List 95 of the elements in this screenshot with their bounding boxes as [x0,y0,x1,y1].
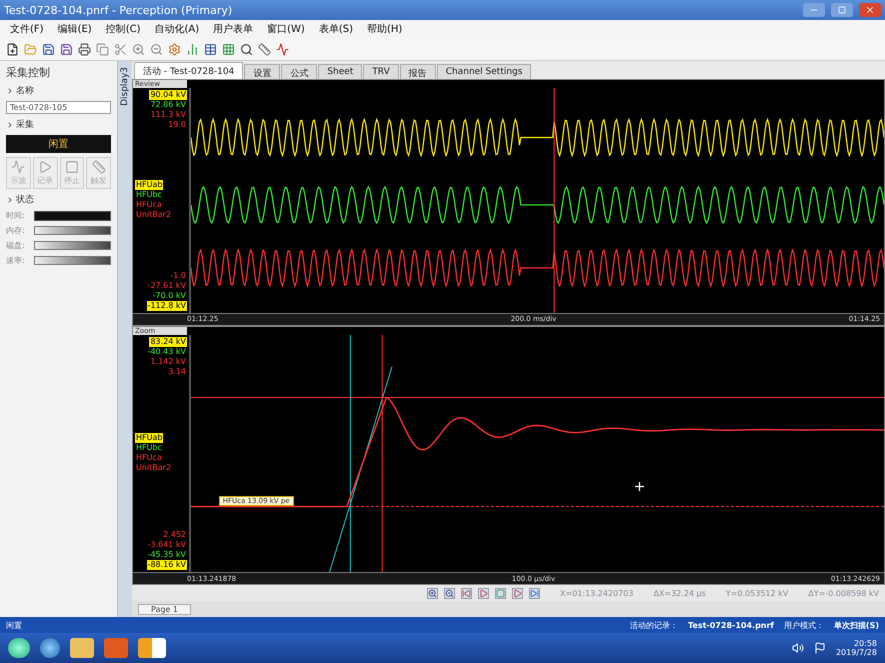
toolbar-icon[interactable] [60,42,73,56]
section-label[interactable]: 采集 [6,118,111,131]
cursor-y-readout: Y=0.053512 kV [726,588,788,598]
readout-value: 19.0 [167,120,187,130]
channel-name: HFUca [135,200,163,210]
clock-time: 20:58 [854,639,877,648]
toolbar-icon[interactable] [42,42,55,56]
readout-value: -1.0 [169,270,187,281]
channel-name: HFUbc [135,443,163,454]
menu-item[interactable]: 自动化(A) [148,21,206,37]
state-label: 磁盘: [6,240,26,251]
channel-name: HFUca [135,453,163,464]
name-field[interactable]: Test-0728-105 [6,101,111,114]
navigation-icon[interactable] [478,588,490,598]
chevron-icon [6,196,14,204]
readout-value: 90.04 kV [149,90,187,100]
readout-value: 3.14 [167,366,187,377]
tab[interactable]: 公式 [281,64,318,79]
navigation-icon[interactable] [512,588,524,598]
chevron-icon [6,120,14,128]
close-icon [865,5,875,15]
close-button[interactable] [859,3,881,17]
side-tab[interactable]: Display3 [118,61,132,617]
readout-value: 83.24 kV [149,336,187,347]
maximize-icon [838,6,846,14]
readout-value: -88.16 kV [146,560,187,570]
navigation-icon[interactable] [427,588,438,598]
tab[interactable]: 设置 [244,64,280,79]
readout-value: 1.142 kV [149,356,187,367]
toolbar-icon[interactable] [204,42,217,56]
menu-item[interactable]: 表单(S) [312,21,359,37]
menu-item[interactable]: 帮助(H) [361,21,408,37]
menu-item[interactable]: 编辑(E) [52,21,98,37]
toolbar-icon[interactable] [6,42,19,56]
readout-value: -40.43 kV [146,346,187,357]
section-label[interactable]: 名称 [6,84,111,97]
tab[interactable]: 活动 - Test-0728-104 [134,62,244,79]
start-icon[interactable] [8,638,30,658]
chevron-icon [6,86,14,94]
readout-value: -70.0 kV [152,290,187,301]
state-label: 内存: [6,225,26,236]
window-title: Test-0728-104.pnrf - Perception (Primary) [4,4,234,16]
file-name: Test-0728-104.pnrf [688,620,774,630]
tab[interactable]: Sheet [318,64,362,79]
channel-name: HFUab [135,433,164,444]
state-label: 速率: [6,255,26,266]
cursor-line[interactable] [554,88,555,313]
tab[interactable]: TRV [363,64,399,79]
state-label: 时间: [6,210,26,221]
scan-mode: 单次扫描(S) [834,620,879,630]
navigation-icon[interactable] [444,588,456,598]
cursor-line[interactable] [350,334,351,572]
menu-item[interactable]: 用户表单 [207,21,260,37]
status-text: 用户模式： [784,620,824,630]
browser-icon[interactable] [40,638,60,658]
channel-name: HFUab [135,180,164,190]
cursor-dx-readout: ΔX=32.24 µs [653,588,706,598]
readout-value: -3.641 kV [146,540,187,550]
cursor-dy-readout: ΔY=-0.008598 kV [808,588,879,598]
page-tab[interactable]: Page 1 [138,604,191,614]
status-display: 闲置 [6,135,111,153]
status-text: 活动的记录： [630,620,678,630]
toolbar-icon[interactable] [78,42,91,56]
section-label[interactable]: 状态 [6,193,111,206]
tab[interactable]: Channel Settings [436,64,532,79]
clock-date: 2019/7/28 [836,648,877,657]
crosshair-icon [634,482,644,491]
channel-name: UnitBar2 [135,463,172,474]
tab[interactable]: 报告 [400,64,436,79]
toolbar-icon[interactable] [240,42,253,56]
cursor-line[interactable] [382,334,383,572]
navigation-icon[interactable] [529,588,540,598]
maximize-button[interactable] [831,3,853,17]
status-text: 闲置 [6,620,22,630]
readout-value: 2.452 [162,530,187,540]
readout-value: -112.8 kV [146,300,187,311]
acquisition-icon [38,160,52,174]
menu-item[interactable]: 文件(F) [4,21,50,37]
channel-name: HFUbc [135,190,163,200]
acquisition-icon [92,160,106,174]
readout-value: -27.61 kV [146,280,187,291]
readout-value: 72.86 kV [149,100,187,110]
navigation-icon[interactable] [461,588,472,598]
cursor-x-readout: X=01:13.2420703 [560,588,634,598]
speaker-icon[interactable] [792,642,804,654]
readout-value: -45.35 kV [146,550,187,560]
panel-title: 采集控制 [6,65,51,80]
readout-value: 111.3 kV [149,110,187,120]
toolbar-icon[interactable] [276,42,289,56]
menu-item[interactable]: 窗口(W) [261,21,311,37]
menu-item[interactable]: 控制(C) [100,21,146,37]
acquisition-icon [11,160,26,174]
acquisition-icon [64,160,79,174]
flag-icon[interactable] [814,642,826,654]
channel-name: UnitBar2 [135,210,172,220]
